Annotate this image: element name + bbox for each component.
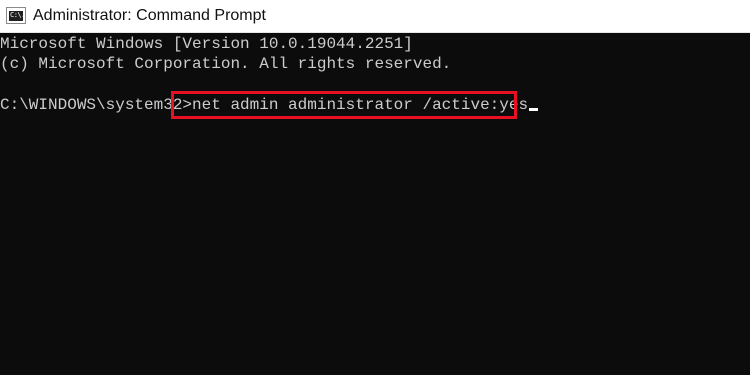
text-cursor [529, 108, 539, 111]
command-line[interactable]: C:\WINDOWS\system32>net admin administra… [0, 94, 539, 116]
console-line-copyright: (c) Microsoft Corporation. All rights re… [0, 55, 452, 73]
command-prompt-icon: C:\. [6, 7, 26, 24]
console-output[interactable]: Microsoft Windows [Version 10.0.19044.22… [0, 33, 750, 375]
command-prompt-window: C:\. Administrator: Command Prompt Micro… [0, 0, 750, 375]
window-title: Administrator: Command Prompt [33, 7, 266, 24]
typed-command[interactable]: net admin administrator /active:yes [192, 96, 528, 114]
console-line-version: Microsoft Windows [Version 10.0.19044.22… [0, 35, 413, 53]
prompt-path: C:\WINDOWS\system32> [0, 96, 193, 114]
icon-glyph: C:\. [10, 11, 25, 19]
title-bar[interactable]: C:\. Administrator: Command Prompt [0, 0, 750, 33]
